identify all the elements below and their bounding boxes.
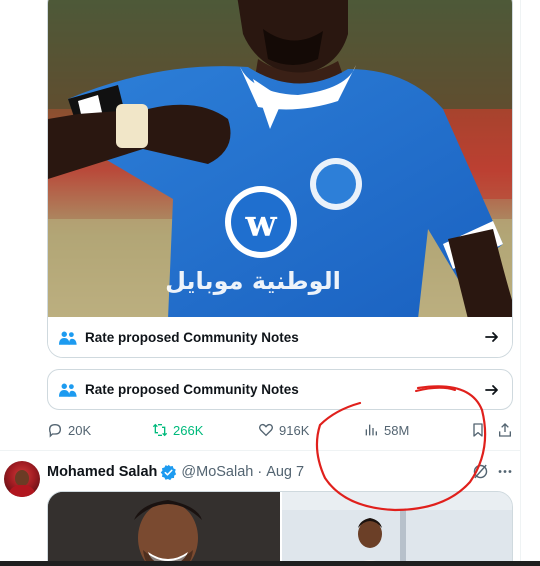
arrow-right-icon: [485, 385, 498, 395]
community-notes-label: Rate proposed Community Notes: [85, 382, 299, 397]
views-button[interactable]: 58M: [363, 422, 409, 438]
bottom-edge: [0, 561, 540, 566]
reply-count: 20K: [68, 422, 92, 438]
author-name[interactable]: Mohamed Salah: [47, 464, 157, 480]
bookmark-icon: [473, 423, 483, 437]
separator-dot: ·: [257, 464, 263, 480]
tweet-header: Mohamed Salah @MoSalah · Aug 7: [47, 462, 304, 482]
community-notes-card[interactable]: Rate proposed Community Notes: [47, 369, 513, 410]
share-icon: [499, 423, 511, 437]
like-count: 916K: [279, 422, 310, 438]
scrollbar[interactable]: [520, 0, 540, 566]
tweet-action-bar: 20K 266K 916K 58M: [47, 420, 519, 442]
timeline: w الوطنية موبايل Rate proposed Community…: [0, 0, 520, 566]
tweet2-photo-2[interactable]: [282, 492, 513, 566]
verified-badge-icon: [161, 464, 177, 480]
jersey-logo-letter: w: [245, 203, 278, 245]
repost-icon: [152, 423, 168, 437]
jersey-sponsor-text: الوطنية موبايل: [165, 267, 341, 295]
people-icon: [59, 331, 77, 345]
tweet2-media[interactable]: [47, 491, 513, 566]
bookmark-button[interactable]: [470, 422, 491, 438]
like-button[interactable]: 916K: [258, 422, 309, 438]
tweet-photo[interactable]: w الوطنية موبايل: [48, 0, 513, 319]
tweet2-photo-1[interactable]: [48, 492, 280, 566]
heart-icon: [259, 423, 273, 437]
tweet-date[interactable]: Aug 7: [266, 464, 304, 480]
community-notes-label: Rate proposed Community Notes: [85, 330, 299, 345]
repost-button[interactable]: 266K: [152, 422, 203, 438]
reply-icon: [48, 423, 62, 438]
arrow-right-icon: [485, 332, 498, 342]
people-icon: [59, 383, 77, 397]
community-notes-in-media[interactable]: Rate proposed Community Notes: [48, 317, 512, 357]
grok-icon[interactable]: [472, 463, 489, 480]
view-count: 58M: [384, 422, 410, 438]
avatar-face: [15, 470, 29, 486]
avatar[interactable]: [4, 461, 40, 497]
tweet-divider: [0, 450, 520, 451]
reply-button[interactable]: 20K: [47, 422, 91, 438]
bar-chart-icon: [365, 424, 377, 436]
author-handle[interactable]: @MoSalah: [181, 464, 253, 480]
more-options-icon[interactable]: [496, 463, 514, 480]
tweet-media-card[interactable]: w الوطنية موبايل Rate proposed Community…: [47, 0, 513, 358]
share-button[interactable]: [497, 422, 518, 438]
repost-count: 266K: [173, 422, 204, 438]
avatar-shirt: [8, 485, 36, 497]
